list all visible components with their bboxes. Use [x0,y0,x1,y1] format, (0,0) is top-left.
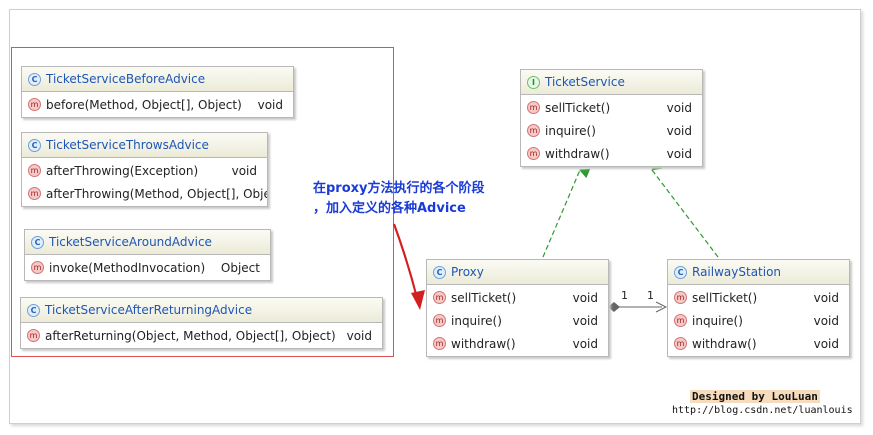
method-return-type: void [572,336,598,351]
method-signature: inquire() [545,123,596,138]
method-icon: m [28,98,41,111]
method-row[interactable]: m before(Method, Object[], Object) void [22,93,293,116]
method-row[interactable]: m afterReturning(Object, Method, Object[… [21,324,382,347]
method-icon: m [28,164,41,177]
class-header: C TicketServiceAroundAdvice [25,230,270,255]
method-icon: m [527,147,540,160]
method-signature: afterThrowing(Exception) [46,163,199,178]
method-icon: m [674,337,687,350]
composition-diamond [608,302,620,312]
blog-url[interactable]: http://blog.csdn.net/luanlouis [672,405,853,416]
note-pointer-arrow [392,223,420,303]
class-icon: C [674,265,687,279]
class-header: C TicketServiceAfterReturningAdvice [21,298,382,323]
method-signature: withdraw() [692,336,757,351]
method-row[interactable]: m inquire() void [427,309,608,332]
method-signature: inquire() [692,313,743,328]
class-box-around-advice[interactable]: C TicketServiceAroundAdvice m invoke(Met… [24,229,271,281]
method-row[interactable]: m sellTicket() void [427,286,608,309]
method-row[interactable]: m afterThrowing(Method, Object[], Object [22,182,267,205]
interface-header: I TicketService [521,70,702,95]
advice-note-line-2: ，加入定义的各种Advice [313,201,466,216]
method-row[interactable]: m withdraw() void [668,332,849,355]
method-return-type: void [666,146,692,161]
proxy-realization-line [542,168,591,258]
method-return-type: void [257,97,283,112]
method-signature: afterThrowing(Method, Object[], Object [46,186,268,201]
diagram-canvas: 1 1 C TicketServiceBeforeAdvice m before… [0,0,873,435]
method-icon: m [28,187,41,200]
class-name: RailwayStation [692,265,782,279]
class-name: Proxy [451,265,484,279]
method-row[interactable]: m withdraw() void [427,332,608,355]
method-row[interactable]: m afterThrowing(Exception) void [22,159,267,182]
association-target-multiplicity: 1 [647,289,654,302]
method-signature: sellTicket() [692,290,758,305]
class-header: C Proxy [427,260,608,285]
railway-realization-line [651,160,719,258]
method-icon: m [31,261,44,274]
method-return-type: void [231,163,257,178]
method-row[interactable]: m inquire() void [668,309,849,332]
method-row[interactable]: m inquire() void [521,119,702,142]
class-box-railway-station[interactable]: C RailwayStation m sellTicket() void m i… [667,259,850,357]
method-signature: withdraw() [451,336,516,351]
class-name: TicketServiceAroundAdvice [49,235,212,249]
method-row[interactable]: m invoke(MethodInvocation) Object [25,256,270,279]
note-pointer-arrowhead [411,290,425,310]
method-signature: sellTicket() [451,290,517,305]
class-header: C RailwayStation [668,260,849,285]
method-row[interactable]: m withdraw() void [521,142,702,165]
method-icon: m [674,314,687,327]
class-icon: C [27,303,40,317]
method-signature: invoke(MethodInvocation) [49,260,206,275]
method-return-type: void [666,100,692,115]
method-return-type: void [813,336,839,351]
class-box-throws-advice[interactable]: C TicketServiceThrowsAdvice m afterThrow… [21,132,268,207]
method-signature: inquire() [451,313,502,328]
class-header: C TicketServiceThrowsAdvice [22,133,267,158]
method-return-type: void [666,123,692,138]
class-header: C TicketServiceBeforeAdvice [22,67,293,92]
method-icon: m [433,337,446,350]
method-icon: m [527,101,540,114]
interface-icon: I [527,75,540,89]
method-signature: before(Method, Object[], Object) [46,97,242,112]
method-signature: withdraw() [545,146,610,161]
class-icon: C [28,138,41,152]
method-return-type: void [813,290,839,305]
method-icon: m [433,314,446,327]
class-box-after-returning-advice[interactable]: C TicketServiceAfterReturningAdvice m af… [20,297,383,349]
method-return-type: void [572,313,598,328]
class-box-before-advice[interactable]: C TicketServiceBeforeAdvice m before(Met… [21,66,294,118]
method-row[interactable]: m sellTicket() void [521,96,702,119]
association-source-multiplicity: 1 [621,289,628,302]
designer-credit: Designed by LouLuan [690,390,820,403]
class-box-proxy[interactable]: C Proxy m sellTicket() void m inquire() … [426,259,609,357]
class-icon: C [433,265,446,279]
method-row[interactable]: m sellTicket() void [668,286,849,309]
method-signature: afterReturning(Object, Method, Object[],… [45,328,336,343]
advice-note-line-1: 在proxy方法执行的各个阶段 [313,181,485,196]
method-icon: m [527,124,540,137]
advice-note: 在proxy方法执行的各个阶段 ，加入定义的各种Advice [313,179,485,219]
method-icon: m [27,329,40,342]
class-name: TicketServiceAfterReturningAdvice [45,303,253,317]
method-return-type: Object [220,260,260,275]
interface-name: TicketService [545,75,625,89]
method-icon: m [674,291,687,304]
class-icon: C [31,235,44,249]
method-return-type: void [346,328,372,343]
class-icon: C [28,72,41,86]
method-return-type: void [813,313,839,328]
method-icon: m [433,291,446,304]
class-name: TicketServiceThrowsAdvice [46,138,209,152]
interface-box-ticket-service[interactable]: I TicketService m sellTicket() void m in… [520,69,703,167]
method-return-type: void [572,290,598,305]
class-name: TicketServiceBeforeAdvice [46,72,206,86]
method-signature: sellTicket() [545,100,611,115]
